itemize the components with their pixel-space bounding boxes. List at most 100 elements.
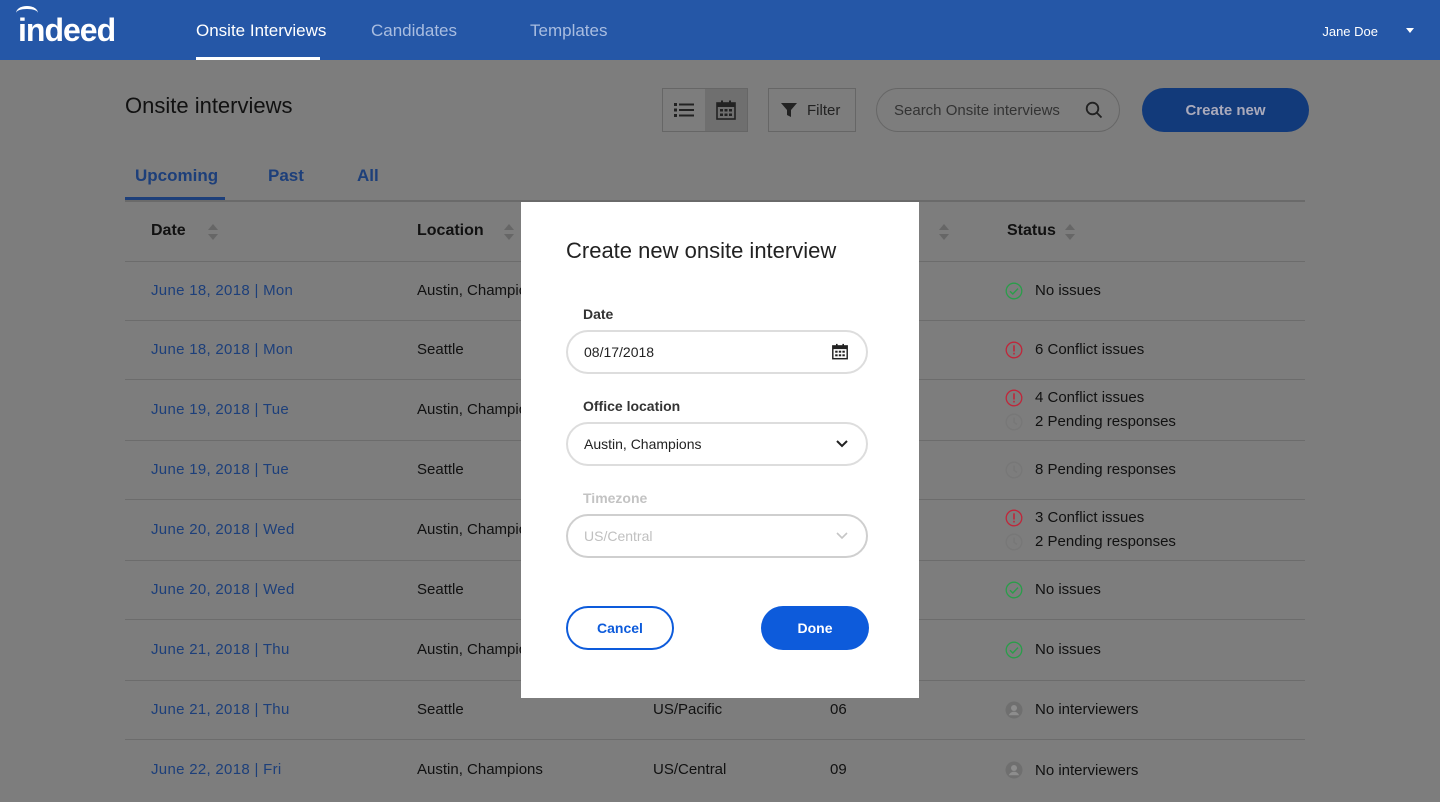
check-icon bbox=[1005, 641, 1023, 659]
calendar-icon[interactable] bbox=[832, 343, 848, 360]
tab-all[interactable]: All bbox=[357, 166, 379, 186]
interview-location: Austin, Champic bbox=[417, 640, 527, 658]
interview-date-link[interactable]: June 21, 2018 | Thu bbox=[151, 641, 290, 658]
status-text: 6 Conflict issues bbox=[1035, 341, 1145, 358]
status-item: 2 Pending responses bbox=[1005, 412, 1176, 432]
office-location-select[interactable]: Austin, Champions bbox=[566, 422, 868, 466]
nav-tab-onsite-interviews[interactable]: Onsite Interviews bbox=[196, 21, 326, 41]
interview-date-link[interactable]: June 20, 2018 | Wed bbox=[151, 521, 295, 538]
tab-past[interactable]: Past bbox=[268, 166, 304, 186]
date-field[interactable]: 08/17/2018 bbox=[566, 330, 868, 374]
chevron-down-icon bbox=[836, 440, 848, 448]
status-item: 4 Conflict issues bbox=[1005, 388, 1144, 408]
sort-icon[interactable] bbox=[939, 224, 949, 240]
status-text: 3 Conflict issues bbox=[1035, 509, 1145, 526]
done-button[interactable]: Done bbox=[761, 606, 869, 650]
filter-button[interactable]: Filter bbox=[768, 88, 856, 132]
interview-location: Seattle bbox=[417, 580, 464, 598]
status-text: No issues bbox=[1035, 282, 1101, 299]
clock-icon bbox=[1005, 413, 1023, 431]
nav-tab-templates[interactable]: Templates bbox=[530, 21, 607, 41]
alert-icon bbox=[1005, 509, 1023, 527]
funnel-icon bbox=[781, 103, 797, 117]
timezone-value: US/Central bbox=[584, 528, 653, 544]
sort-icon[interactable] bbox=[1065, 224, 1075, 240]
status-text: No issues bbox=[1035, 641, 1101, 658]
interview-timezone: US/Central bbox=[653, 761, 727, 778]
interview-location: Austin, Champions bbox=[417, 761, 543, 778]
search-icon[interactable] bbox=[1085, 101, 1103, 119]
interview-count: 09 bbox=[830, 761, 847, 778]
create-new-button[interactable]: Create new bbox=[1142, 88, 1309, 132]
page-title: Onsite interviews bbox=[125, 93, 293, 118]
status-item: No issues bbox=[1005, 640, 1101, 660]
indeed-logo[interactable]: indeed bbox=[16, 6, 116, 49]
column-header-date[interactable]: Date bbox=[151, 222, 186, 240]
calendar-icon bbox=[716, 100, 736, 120]
column-header-status[interactable]: Status bbox=[1007, 222, 1056, 240]
search-placeholder: Search Onsite interviews bbox=[894, 101, 1060, 119]
status-item: No issues bbox=[1005, 580, 1101, 600]
sort-icon[interactable] bbox=[208, 224, 218, 240]
list-icon bbox=[674, 103, 694, 117]
timezone-label: Timezone bbox=[583, 490, 648, 506]
office-location-label: Office location bbox=[583, 398, 681, 414]
row-divider bbox=[125, 739, 1305, 740]
alert-icon bbox=[1005, 341, 1023, 359]
status-item: 2 Pending responses bbox=[1005, 532, 1176, 552]
status-text: 8 Pending responses bbox=[1035, 461, 1176, 478]
user-menu[interactable]: Jane Doe bbox=[1322, 24, 1378, 39]
sort-icon[interactable] bbox=[504, 224, 514, 240]
status-item: No issues bbox=[1005, 281, 1101, 301]
interview-date-link[interactable]: June 19, 2018 | Tue bbox=[151, 401, 289, 418]
alert-icon bbox=[1005, 389, 1023, 407]
interview-date-link[interactable]: June 18, 2018 | Mon bbox=[151, 282, 293, 299]
person-icon bbox=[1005, 701, 1023, 719]
interview-location: Austin, Champic bbox=[417, 520, 527, 538]
check-icon bbox=[1005, 282, 1023, 300]
create-interview-dialog: Create new onsite interview Date 08/17/2… bbox=[521, 202, 919, 698]
date-label: Date bbox=[583, 306, 614, 322]
cancel-button[interactable]: Cancel bbox=[566, 606, 674, 650]
interview-date-link[interactable]: June 19, 2018 | Tue bbox=[151, 461, 289, 478]
filter-label: Filter bbox=[807, 101, 841, 119]
view-toggle bbox=[662, 88, 748, 132]
interview-location: Seattle bbox=[417, 340, 464, 358]
status-item: No interviewers bbox=[1005, 760, 1138, 780]
interview-location: Seattle bbox=[417, 700, 464, 718]
interview-location: Seattle bbox=[417, 460, 464, 478]
person-icon bbox=[1005, 761, 1023, 779]
interview-count: 06 bbox=[830, 700, 847, 718]
status-item: 8 Pending responses bbox=[1005, 460, 1176, 480]
calendar-view-button[interactable] bbox=[705, 89, 747, 131]
dialog-title: Create new onsite interview bbox=[566, 238, 837, 263]
status-text: 4 Conflict issues bbox=[1035, 389, 1145, 406]
interview-date-link[interactable]: June 21, 2018 | Thu bbox=[151, 701, 290, 718]
interview-location: Austin, Champic bbox=[417, 281, 527, 299]
list-view-button[interactable] bbox=[663, 89, 705, 131]
chevron-down-icon[interactable] bbox=[1406, 28, 1414, 33]
chevron-down-icon bbox=[836, 532, 848, 540]
status-item: 3 Conflict issues bbox=[1005, 508, 1144, 528]
tab-upcoming[interactable]: Upcoming bbox=[135, 166, 218, 186]
interview-timezone: US/Pacific bbox=[653, 700, 723, 718]
status-item: 6 Conflict issues bbox=[1005, 340, 1144, 360]
status-text: No interviewers bbox=[1035, 761, 1139, 779]
office-location-value: Austin, Champions bbox=[584, 436, 702, 452]
clock-icon bbox=[1005, 461, 1023, 479]
interview-date-link[interactable]: June 18, 2018 | Mon bbox=[151, 341, 293, 358]
column-header-location[interactable]: Location bbox=[417, 222, 484, 240]
status-text: 2 Pending responses bbox=[1035, 533, 1176, 550]
check-icon bbox=[1005, 581, 1023, 599]
clock-icon bbox=[1005, 533, 1023, 551]
interview-location: Austin, Champic bbox=[417, 400, 527, 418]
interview-date-link[interactable]: June 20, 2018 | Wed bbox=[151, 581, 295, 598]
interview-date-link[interactable]: June 22, 2018 | Fri bbox=[151, 761, 282, 778]
date-value: 08/17/2018 bbox=[584, 344, 655, 360]
top-nav: indeed Onsite Interviews Candidates Temp… bbox=[0, 0, 1440, 60]
timezone-select: US/Central bbox=[566, 514, 868, 558]
nav-tab-candidates[interactable]: Candidates bbox=[371, 21, 457, 41]
status-text: 2 Pending responses bbox=[1035, 413, 1176, 430]
search-input[interactable]: Search Onsite interviews bbox=[876, 88, 1120, 132]
nav-active-indicator bbox=[196, 57, 320, 60]
